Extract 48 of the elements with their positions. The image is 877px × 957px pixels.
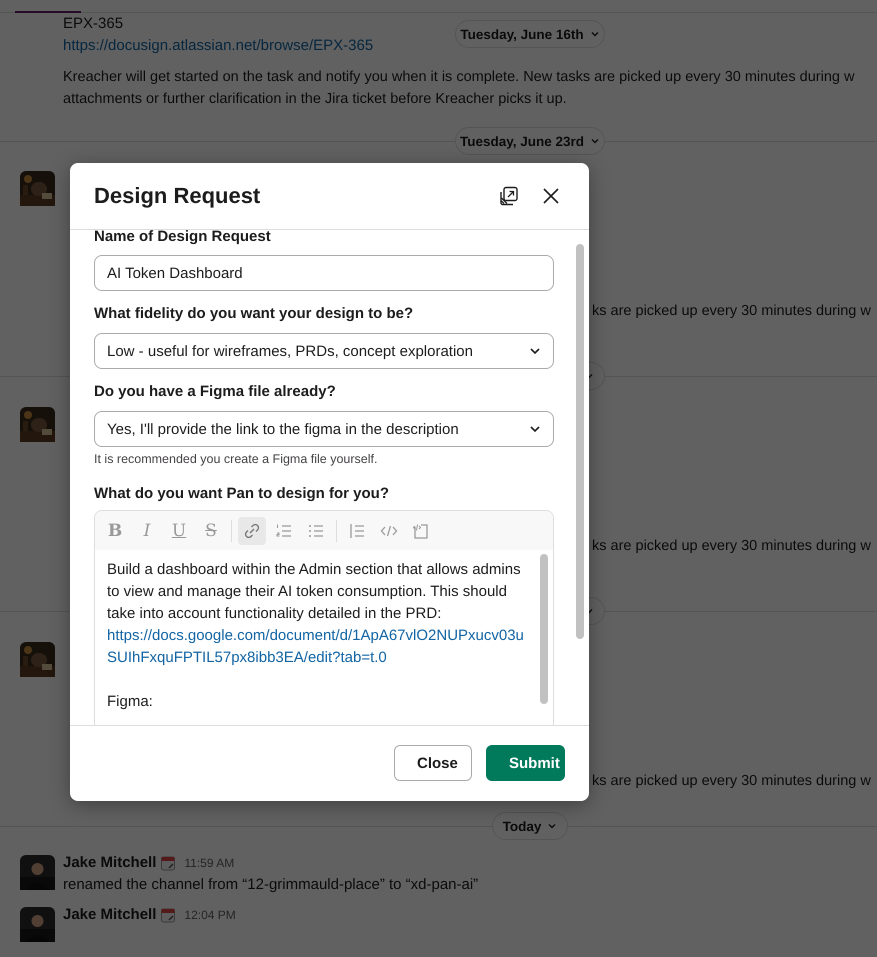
close-icon[interactable] xyxy=(542,187,560,205)
date-pill[interactable]: Tuesday, June 23rd xyxy=(455,127,605,155)
field-label: What do you want Pan to design for you? xyxy=(94,484,390,504)
link-icon xyxy=(243,522,261,540)
timestamp[interactable]: 11:59 AM xyxy=(184,852,234,874)
link-button[interactable] xyxy=(238,516,266,544)
blockquote-icon xyxy=(348,522,366,540)
scrollbar[interactable] xyxy=(576,244,584,639)
message-text: ks are picked up every 30 minutes during w xyxy=(592,772,871,791)
chevron-icon xyxy=(590,136,600,146)
code-block-icon xyxy=(412,522,430,540)
calendar-icon xyxy=(160,907,176,923)
field-label: What fidelity do you want your design to be? xyxy=(94,304,414,324)
submit-button[interactable]: Submit xyxy=(486,745,565,781)
message-text: renamed the channel from “12-grimmauld-place” to “xd-pan-ai” xyxy=(63,875,478,895)
message-text: Kreacher will get started on the task and notify you when it is complete. New tasks are picked up every 30 minutes during w attachments or further clarification in the Jira ticket before Kreacher picks it up. xyxy=(63,68,854,109)
bold-button[interactable]: B xyxy=(101,516,129,544)
author-name[interactable]: Jake Mitchell xyxy=(63,904,156,926)
ticket-id: EPX-365 xyxy=(63,14,124,34)
close-button[interactable]: Close xyxy=(394,745,472,781)
input-field[interactable]: AI Token Dashboard xyxy=(94,255,554,291)
field-label: Name of Design Request xyxy=(94,230,272,247)
tab-underline xyxy=(15,11,81,13)
pop-out-icon[interactable] xyxy=(499,186,519,206)
url-link[interactable]: https://docs.google.com/document/d/1ApA67vlO2NUPxucv03uSUIhFxquFPTIL57px8ibb3EA/edit?tab=t.0 xyxy=(107,625,529,669)
description-text: Build a dashboard within the Admin section that allows admins to view and manage their AI token consumption. This should take into account functionality detailed in the PRD: xyxy=(107,560,522,624)
strike-button[interactable]: S xyxy=(197,516,225,544)
scrollbar[interactable] xyxy=(540,554,548,704)
dropdown[interactable]: Yes, I'll provide the link to the figma in the description xyxy=(94,411,554,447)
chevron-icon xyxy=(547,821,558,831)
timestamp[interactable]: 12:04 PM xyxy=(184,904,236,926)
text-editor[interactable] xyxy=(94,510,554,725)
ticket-link[interactable]: https://docusign.atlassian.net/browse/EPX-365 xyxy=(63,37,374,54)
date-pill[interactable]: Today xyxy=(492,812,568,840)
dropdown[interactable]: Low - useful for wireframes, PRDs, concept exploration xyxy=(94,333,554,369)
calendar-icon xyxy=(160,855,176,871)
chevron-icon xyxy=(590,29,600,39)
modal-title: Design Request xyxy=(94,183,262,209)
message-text: ks are picked up every 30 minutes during w xyxy=(592,537,871,556)
description-text: Figma: xyxy=(107,692,154,712)
ordered-list-icon xyxy=(275,522,293,540)
field-label: Do you have a Figma file already? xyxy=(94,382,337,402)
date-pill[interactable]: Tuesday, June 16th xyxy=(455,20,605,48)
author-name[interactable]: Jake Mitchell xyxy=(63,852,156,874)
italic-button[interactable]: I xyxy=(133,516,161,544)
underline-button[interactable]: U xyxy=(165,516,193,544)
message-text: ks are picked up every 30 minutes during w xyxy=(592,302,871,321)
hint-text: It is recommended you create a Figma file yourself. xyxy=(94,451,378,467)
